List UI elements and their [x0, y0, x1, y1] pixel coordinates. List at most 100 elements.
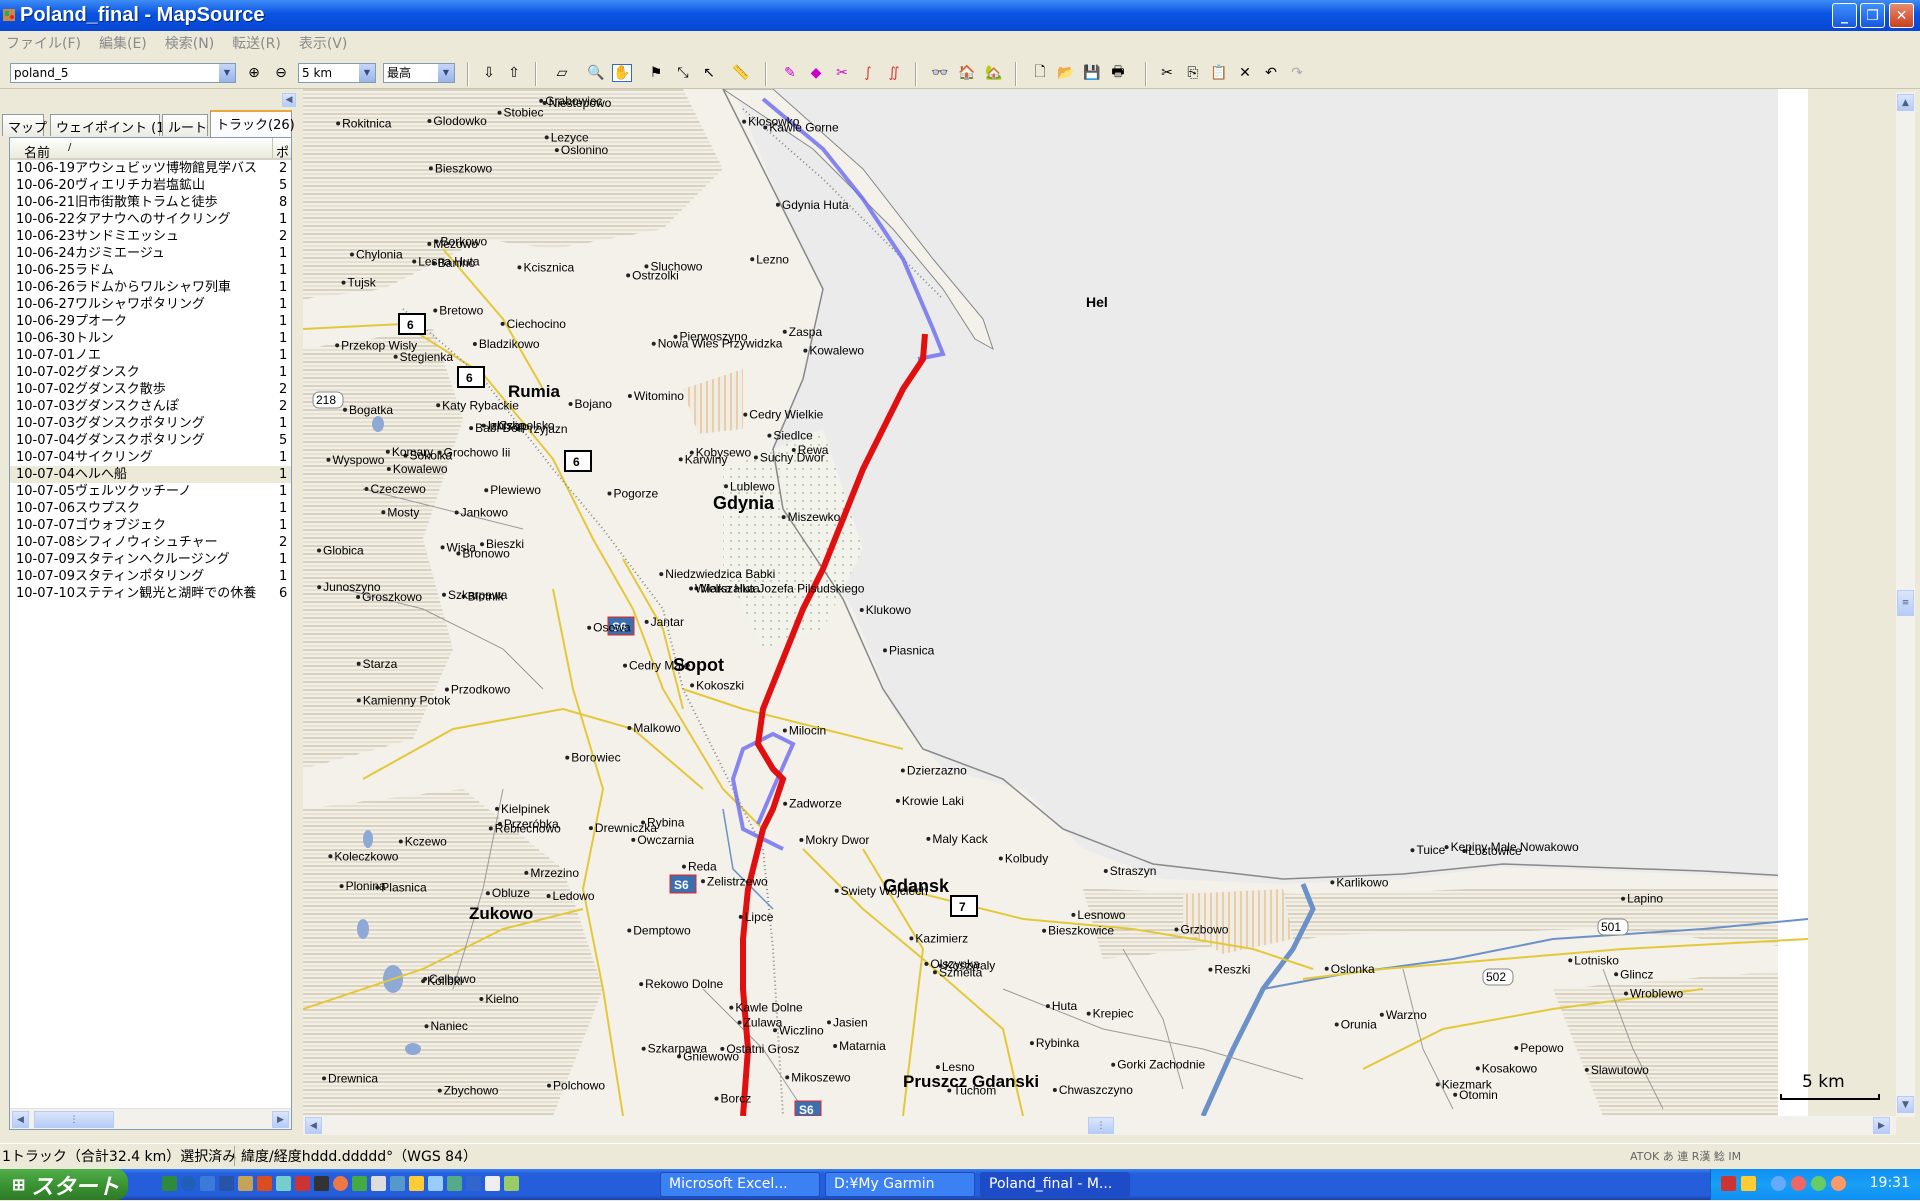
menu-search[interactable]: 検索(N): [165, 33, 214, 53]
track-row[interactable]: 10-06-24カジミエージュ 1: [10, 245, 291, 262]
scroll-left-icon[interactable]: ◀: [12, 1111, 29, 1128]
find-icon[interactable]: 👓: [930, 64, 950, 82]
tray-icon[interactable]: [1771, 1176, 1786, 1191]
menu-edit[interactable]: 編集(E): [99, 33, 147, 53]
horizontal-scroll-thumb[interactable]: ⋮: [1088, 1117, 1114, 1134]
task-excel[interactable]: Microsoft Excel...: [660, 1172, 820, 1197]
app-quicklaunch-icon-4[interactable]: [371, 1176, 386, 1191]
track-row[interactable]: 10-07-01ノエ 1: [10, 347, 291, 364]
app-quicklaunch-icon-3[interactable]: [352, 1176, 367, 1191]
track-row[interactable]: 10-06-23サンドミエッシュ 2: [10, 228, 291, 245]
task-my-garmin[interactable]: D:¥My Garmin: [825, 1172, 975, 1197]
track-row[interactable]: 10-06-25ラドム 1: [10, 262, 291, 279]
join-track-icon[interactable]: ∫: [858, 64, 878, 82]
vertical-scroll-thumb[interactable]: ≡: [1897, 590, 1914, 616]
zoom-out-icon[interactable]: ⊖: [271, 64, 291, 82]
collapse-panel-icon[interactable]: ◀: [282, 93, 296, 107]
app-quicklaunch-icon-5[interactable]: [390, 1176, 405, 1191]
track-row[interactable]: 10-07-04サイクリング 1: [10, 449, 291, 466]
tab-waypoints[interactable]: ウェイポイント (1): [50, 114, 170, 136]
menu-transfer[interactable]: 転送(R): [232, 33, 281, 53]
app-quicklaunch-icon-6[interactable]: [409, 1176, 424, 1191]
track-row[interactable]: 10-06-19アウシュビッツ博物館見学バス 2: [10, 160, 291, 177]
zoom-scale-select[interactable]: 5 km ▼: [298, 63, 376, 83]
track-list[interactable]: 名前 / ポ 10-06-19アウシュビッツ博物館見学バス 2 10-06-20ヴィ…: [9, 137, 292, 1130]
map-canvas[interactable]: 6 6 6 7 S6 S6 S6 218 501 502 GdyniaSopot…: [303, 89, 1808, 1116]
app-quicklaunch-icon-7[interactable]: [428, 1176, 443, 1191]
menu-view[interactable]: 表示(V): [299, 33, 348, 53]
track-row[interactable]: 10-07-03グダンスクポタリング 1: [10, 415, 291, 432]
receive-from-device-icon[interactable]: ⇩: [479, 64, 499, 82]
undo-icon[interactable]: ↶: [1261, 64, 1281, 82]
detail-level-select[interactable]: 最高 ▼: [383, 63, 455, 83]
track-row[interactable]: 10-06-22タアナウへのサイクリング 1: [10, 211, 291, 228]
find-address-icon[interactable]: 🏡: [984, 64, 1004, 82]
track-row[interactable]: 10-06-27ワルシャワポタリング 1: [10, 296, 291, 313]
menu-file[interactable]: ファイル(F): [6, 33, 81, 53]
zoom-tool-icon[interactable]: 🔍: [586, 64, 606, 82]
app-quicklaunch-icon[interactable]: [295, 1176, 310, 1191]
excel-quicklaunch-icon[interactable]: [162, 1176, 177, 1191]
track-row[interactable]: 10-07-08シフィノウィシュチャー 2: [10, 534, 291, 551]
scroll-right-icon[interactable]: ▶: [1873, 1117, 1890, 1134]
divide-track-icon[interactable]: ✂: [832, 64, 852, 82]
column-name[interactable]: 名前: [24, 142, 50, 161]
ime-toolbar[interactable]: ATOK あ 連 R漢 鯰 ⅠM: [1630, 1148, 1741, 1164]
tray-icon[interactable]: [1811, 1176, 1826, 1191]
minimize-button[interactable]: _: [1832, 3, 1857, 28]
app-quicklaunch-icon-2[interactable]: [314, 1176, 329, 1191]
map-product-select[interactable]: poland_5 ▼: [10, 63, 236, 83]
tray-icon[interactable]: [1741, 1176, 1756, 1191]
track-row[interactable]: 10-06-29プオーク 1: [10, 313, 291, 330]
track-row[interactable]: 10-07-07ゴウォブジェク 1: [10, 517, 291, 534]
powerpoint-quicklaunch-icon[interactable]: [257, 1176, 272, 1191]
track-tool-icon[interactable]: ✎: [780, 64, 800, 82]
track-row[interactable]: 10-07-02グダンスク 1: [10, 364, 291, 381]
folder-quicklaunch-icon[interactable]: [238, 1176, 253, 1191]
firefox-quicklaunch-icon[interactable]: [333, 1176, 348, 1191]
track-row[interactable]: 10-07-09スタティンへクルージング 1: [10, 551, 291, 568]
tab-maps[interactable]: マップ: [2, 114, 47, 136]
open-file-icon[interactable]: 📂: [1056, 64, 1076, 82]
column-divider[interactable]: [272, 138, 273, 158]
track-row[interactable]: 10-07-04ヘルへ船 1: [10, 466, 291, 483]
column-points[interactable]: ポ: [276, 142, 289, 161]
scroll-up-icon[interactable]: ▲: [1897, 94, 1914, 111]
tray-icon[interactable]: [1721, 1176, 1736, 1191]
track-row[interactable]: 10-07-10ステティン観光と湖畔での休養 6: [10, 585, 291, 602]
maximize-button[interactable]: ❐: [1860, 3, 1885, 28]
scroll-down-icon[interactable]: ▼: [1897, 1096, 1914, 1113]
chevron-down-icon[interactable]: ▼: [438, 64, 454, 82]
map-view[interactable]: 6 6 6 7 S6 S6 S6 218 501 502 Gdynia Sopot…: [303, 89, 1808, 1116]
tool-quicklaunch-icon[interactable]: [276, 1176, 291, 1191]
waypoint-tool-icon[interactable]: ⚑: [646, 64, 666, 82]
hand-tool-icon[interactable]: ✋: [612, 64, 632, 82]
track-row[interactable]: 10-06-20ヴィエリチカ岩塩鉱山 5: [10, 177, 291, 194]
task-mapsource[interactable]: Poland_final - M...: [980, 1172, 1130, 1197]
track-row[interactable]: 10-07-05ヴェルツクッチーノ 1: [10, 483, 291, 500]
filter-track-icon[interactable]: ∬: [884, 64, 904, 82]
cut-icon[interactable]: ✂: [1157, 64, 1177, 82]
tray-icon[interactable]: [1791, 1176, 1806, 1191]
tray-icon[interactable]: [1831, 1176, 1846, 1191]
measure-tool-icon[interactable]: 📏: [731, 64, 751, 82]
track-row[interactable]: 10-06-21旧市街散策トラムと徒歩 8: [10, 194, 291, 211]
find-nearest-icon[interactable]: 🏠: [957, 64, 977, 82]
track-row[interactable]: 10-06-26ラドムからワルシャワ列車 1: [10, 279, 291, 296]
app-quicklaunch-icon-10[interactable]: [485, 1176, 500, 1191]
eraser-tool-icon[interactable]: ◆: [806, 64, 826, 82]
map-tool-icon[interactable]: ▱: [552, 64, 572, 82]
track-row[interactable]: 10-07-06スウプスク 1: [10, 500, 291, 517]
save-file-icon[interactable]: 💾: [1082, 64, 1102, 82]
explorer-quicklaunch-icon[interactable]: [200, 1176, 215, 1191]
send-to-device-icon[interactable]: ⇧: [504, 64, 524, 82]
app-quicklaunch-icon-11[interactable]: [504, 1176, 519, 1191]
mapsource-app-icon[interactable]: [2, 7, 16, 23]
title-bar[interactable]: Poland_final - MapSource _ ❐ ✕: [0, 0, 1920, 31]
ie-quicklaunch-icon[interactable]: [181, 1176, 196, 1191]
tab-routes[interactable]: ルート: [162, 114, 208, 136]
chevron-down-icon[interactable]: ▼: [359, 64, 375, 82]
scroll-right-icon[interactable]: ▶: [272, 1111, 289, 1128]
app-quicklaunch-icon-8[interactable]: [447, 1176, 462, 1191]
redo-icon[interactable]: ↷: [1287, 64, 1307, 82]
